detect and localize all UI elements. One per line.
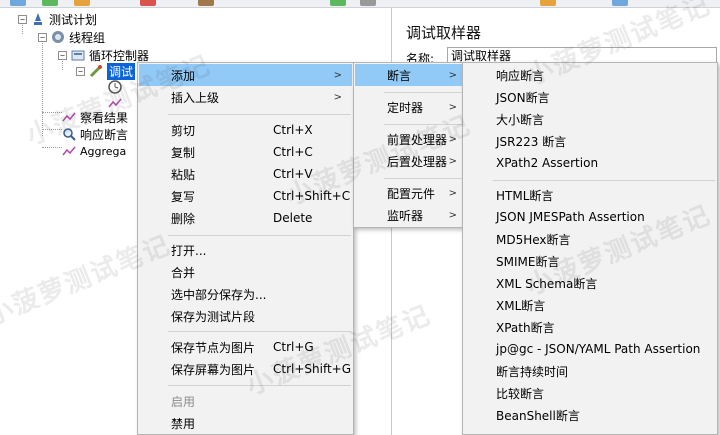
toolbar-icon[interactable]: [198, 0, 214, 6]
collapse-icon[interactable]: −: [18, 14, 27, 24]
assertion-item[interactable]: XPath2 Assertion: [464, 152, 716, 174]
menu-separator: [493, 180, 715, 181]
menu-item-enable: 启用: [171, 394, 196, 409]
tree-node-aggregate[interactable]: Aggrega: [62, 142, 126, 160]
submenu-item-postprocessor[interactable]: 后置处理器 >: [355, 150, 467, 172]
assertion-item[interactable]: BeanShell断言: [464, 404, 716, 426]
thread-group-icon: [51, 30, 65, 44]
menu-item-duplicate[interactable]: 复写 Ctrl+Shift+C: [139, 185, 352, 207]
submenu-item-config-element[interactable]: 配置元件 >: [355, 182, 467, 204]
toolbar-icon[interactable]: [612, 0, 628, 6]
assertion-item[interactable]: JSON JMESPath Assertion: [464, 206, 716, 228]
assertion-item[interactable]: HTML断言: [464, 184, 716, 206]
assertion-item[interactable]: XML Schema断言: [464, 272, 716, 294]
menu-separator: [384, 178, 466, 179]
chevron-right-icon: >: [448, 69, 457, 81]
chevron-right-icon: >: [448, 187, 457, 199]
collapse-icon[interactable]: −: [76, 66, 85, 76]
timer-icon: [108, 80, 122, 94]
chevron-right-icon: >: [448, 155, 457, 167]
toolbar-icon[interactable]: [42, 0, 58, 6]
menu-item-copy[interactable]: 复制 Ctrl+C: [139, 141, 352, 163]
menu-separator: [168, 114, 351, 115]
assertion-item[interactable]: XML断言: [464, 294, 716, 316]
toolbar-icon[interactable]: [74, 0, 90, 6]
debug-sampler-icon: [89, 64, 103, 78]
toolbar-icon[interactable]: [330, 0, 346, 6]
assertion-item[interactable]: XPath断言: [464, 316, 716, 338]
tree-label: 循环控制器: [89, 48, 150, 63]
chevron-right-icon: >: [333, 91, 342, 103]
toolbar-icon[interactable]: [540, 0, 556, 6]
tree-label: 响应断言: [80, 127, 129, 142]
menu-item-save-screen-image[interactable]: 保存屏幕为图片 Ctrl+Shift+G: [139, 358, 352, 380]
assertion-item[interactable]: 响应断言: [464, 64, 716, 86]
menu-separator: [168, 331, 351, 332]
assertion-item[interactable]: 大小断言: [464, 108, 716, 130]
toolbar: [0, 0, 720, 8]
panel-title: 调试取样器: [406, 24, 482, 42]
menu-separator: [168, 385, 351, 386]
listener-icon: [62, 110, 76, 124]
listener-icon: [62, 144, 76, 158]
submenu-item-assertion[interactable]: 断言 >: [355, 64, 467, 86]
assertion-item[interactable]: 比较断言: [464, 382, 716, 404]
menu-item-merge[interactable]: 合并: [139, 261, 352, 283]
assertion-item[interactable]: MD5Hex断言: [464, 228, 716, 250]
toolbar-icon[interactable]: [360, 0, 376, 6]
collapse-icon[interactable]: −: [58, 50, 67, 60]
chevron-right-icon: >: [448, 209, 457, 221]
menu-item-save-node-image[interactable]: 保存节点为图片 Ctrl+G: [139, 336, 352, 358]
loop-controller-icon: [71, 48, 85, 62]
assertion-submenu: 响应断言 JSON断言 大小断言 JSR223 断言 XPath2 Assert…: [462, 62, 718, 435]
tree-node-view-results[interactable]: 察看结果: [62, 108, 128, 126]
test-plan-icon: [31, 12, 45, 26]
toolbar-icon[interactable]: [10, 0, 26, 6]
menu-item-save-selection[interactable]: 选中部分保存为...: [139, 283, 352, 305]
menu-item-cut[interactable]: 剪切 Ctrl+X: [139, 119, 352, 141]
menu-item-disable[interactable]: 禁用: [139, 412, 352, 434]
menu-item-insert-parent[interactable]: 插入上级 >: [139, 86, 352, 108]
submenu-item-timer[interactable]: 定时器 >: [355, 96, 467, 118]
tree-node-debug-sampler[interactable]: − 调试: [76, 62, 136, 80]
tree-node-test-plan[interactable]: − 测试计划: [18, 10, 97, 28]
assertion-item[interactable]: JSON断言: [464, 86, 716, 108]
chevron-right-icon: >: [333, 69, 342, 81]
chevron-right-icon: >: [448, 133, 457, 145]
menu-item-save-fragment[interactable]: 保存为测试片段: [139, 305, 352, 327]
chevron-right-icon: >: [448, 101, 457, 113]
toolbar-icon[interactable]: [140, 0, 156, 6]
assertion-item[interactable]: SMIME断言: [464, 250, 716, 272]
menu-item-open[interactable]: 打开...: [139, 239, 352, 261]
menu-item-add[interactable]: 添加 >: [139, 64, 352, 86]
tree-label: 线程组: [69, 30, 106, 45]
menu-separator: [168, 235, 351, 236]
magnifier-icon: [62, 127, 76, 141]
menu-separator: [384, 92, 466, 93]
menu-separator: [384, 124, 466, 125]
collapse-icon[interactable]: −: [38, 32, 47, 42]
tree-node-response-assertion[interactable]: 响应断言: [62, 125, 128, 143]
tree-label: Aggrega: [80, 144, 127, 158]
assertion-item[interactable]: jp@gc - JSON/YAML Path Assertion: [464, 338, 716, 360]
submenu-item-preprocessor[interactable]: 前置处理器 >: [355, 128, 467, 150]
menu-item-paste[interactable]: 粘贴 Ctrl+V: [139, 163, 352, 185]
add-submenu: 断言 > 定时器 > 前置处理器 > 后置处理器 > 配置元件 > 监听器 >: [353, 62, 469, 228]
context-menu: 添加 > 插入上级 > 剪切 Ctrl+X 复制 Ctrl+C 粘贴 Ctrl+…: [137, 62, 354, 435]
assertion-item[interactable]: JSR223 断言: [464, 130, 716, 152]
tree-label: 测试计划: [49, 12, 98, 27]
menu-item-delete[interactable]: 删除 Delete: [139, 207, 352, 229]
assertion-item[interactable]: 断言持续时间: [464, 360, 716, 382]
submenu-item-listener[interactable]: 监听器 >: [355, 204, 467, 226]
tree-label: 察看结果: [80, 110, 129, 125]
tree-label: 调试: [107, 62, 136, 80]
tree-node-thread-group[interactable]: − 线程组: [38, 28, 105, 46]
